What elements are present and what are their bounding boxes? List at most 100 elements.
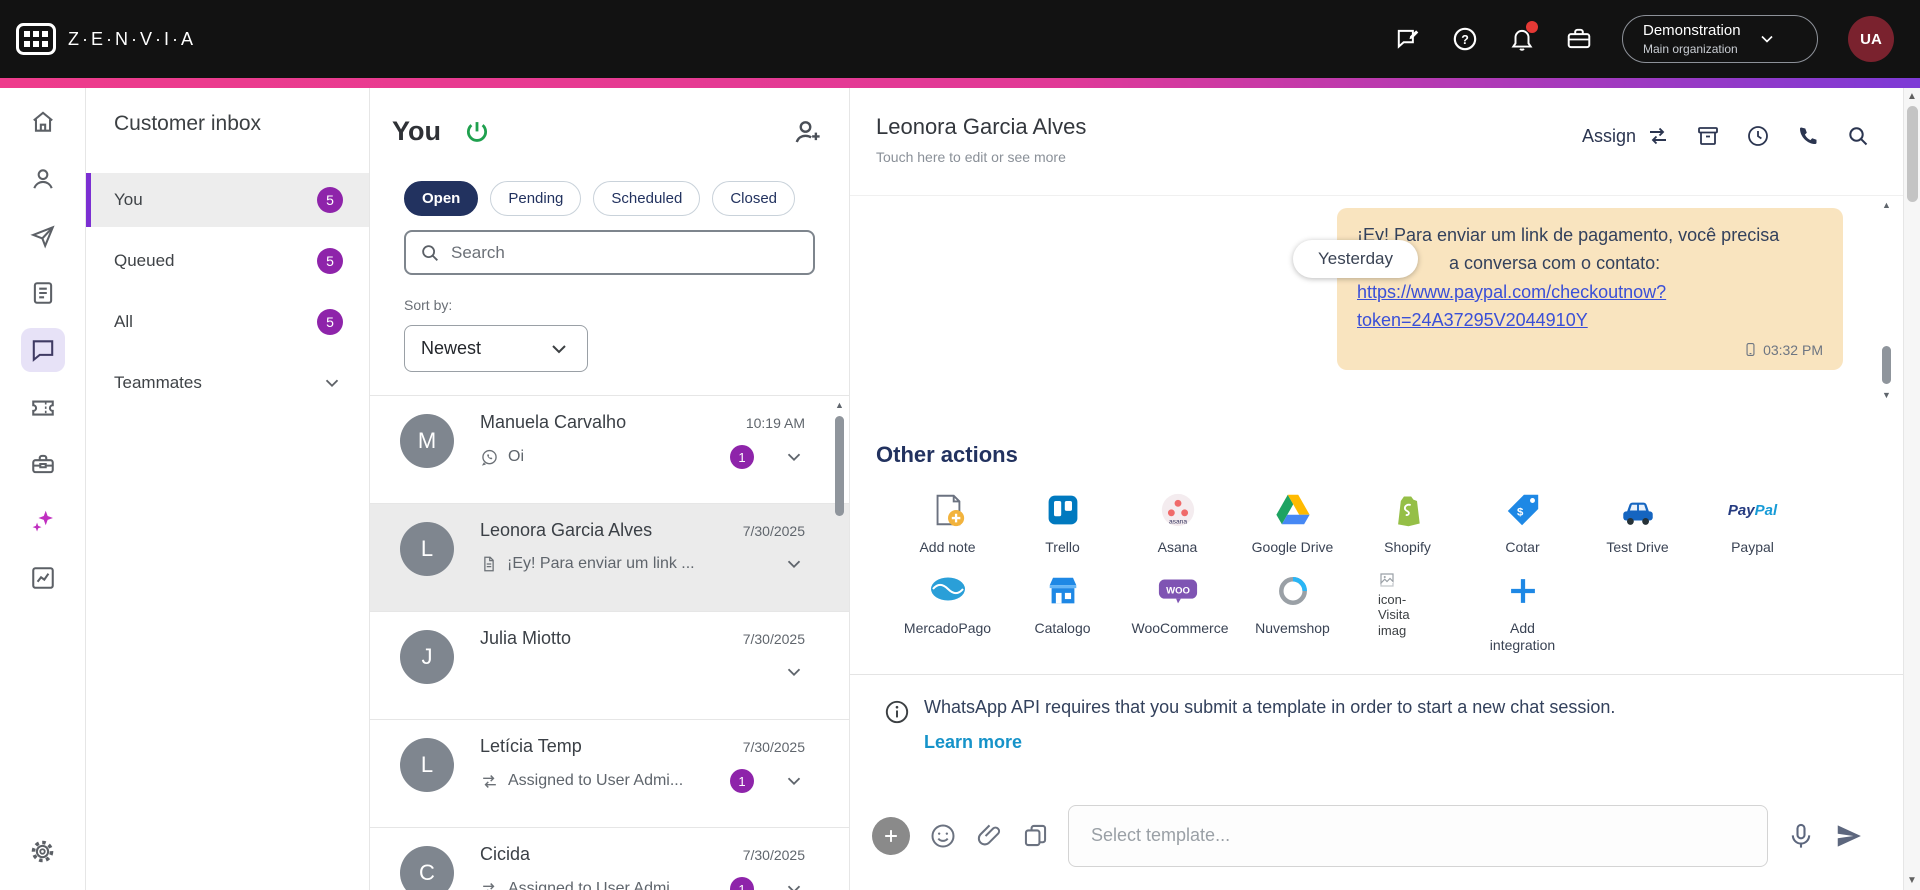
chat-contact-name[interactable]: Leonora Garcia Alves (876, 114, 1086, 140)
action-woocommerce[interactable]: WOO WooCommerce (1120, 571, 1235, 655)
nav-home-icon[interactable] (21, 100, 65, 144)
action-label: Shopify (1384, 539, 1431, 555)
nav-toolbox-icon[interactable] (21, 442, 65, 486)
user-avatar[interactable]: UA (1848, 16, 1894, 62)
sidebar-item-all[interactable]: All 5 (86, 295, 369, 349)
archive-icon[interactable] (1696, 124, 1720, 148)
nav-analytics-icon[interactable] (21, 556, 65, 600)
emoji-icon[interactable] (929, 822, 957, 850)
action-shopify[interactable]: Shopify (1350, 490, 1465, 557)
nav-send-icon[interactable] (21, 214, 65, 258)
search-box[interactable] (404, 230, 815, 275)
action-mercadopago[interactable]: MercadoPago (890, 571, 1005, 655)
org-selector[interactable]: Demonstration Main organization (1622, 15, 1818, 63)
nav-settings-gear-icon[interactable] (21, 829, 65, 873)
action-trello[interactable]: Trello (1005, 490, 1120, 557)
actions-row-2: MercadoPago Catalogo WOO WooCommerce Nuv… (876, 571, 1920, 655)
scroll-up-icon[interactable]: ▲ (1907, 92, 1917, 102)
contact-name: Leonora Garcia Alves (480, 520, 653, 540)
payment-link[interactable]: https://www.paypal.com/checkoutnow? toke… (1357, 278, 1823, 335)
action-google-drive[interactable]: Google Drive (1235, 490, 1350, 557)
compose-message-icon[interactable] (1394, 26, 1421, 53)
chat-messages: Yesterday ¡Ey! Para enviar um link de pa… (850, 196, 1920, 426)
action-add-integration[interactable]: Add integration (1465, 571, 1580, 655)
microphone-icon[interactable] (1787, 822, 1815, 850)
learn-more-link[interactable]: Learn more (924, 732, 1022, 753)
list-item-leticia[interactable]: L Letícia Temp 7/30/2025 Assigned to Use… (370, 719, 849, 827)
scrollbar-thumb[interactable] (1882, 346, 1891, 384)
action-add-note[interactable]: Add note (890, 490, 1005, 557)
phone-icon[interactable] (1796, 124, 1820, 148)
chevron-down-icon[interactable] (783, 878, 805, 890)
timestamp: 7/30/2025 (742, 739, 805, 755)
mercadopago-icon (928, 571, 968, 611)
scroll-down-icon[interactable]: ▼ (1882, 390, 1891, 400)
add-teammate-icon[interactable] (793, 117, 823, 147)
list-item-cicida[interactable]: C Cicida 7/30/2025 Assigned to User Admi… (370, 827, 849, 890)
filter-closed[interactable]: Closed (712, 181, 796, 216)
filter-open[interactable]: Open (404, 181, 479, 216)
window-scrollbar[interactable]: ▲ ▼ (1903, 88, 1920, 890)
brand: Z·E·N·V·I·A (16, 23, 196, 55)
sidebar-item-queued[interactable]: Queued 5 (86, 234, 369, 288)
action-cotar[interactable]: $ Cotar (1465, 490, 1580, 557)
nav-tickets-icon[interactable] (21, 385, 65, 429)
template-copy-icon[interactable] (1022, 822, 1049, 849)
sort-dropdown[interactable]: Newest (404, 325, 588, 372)
search-icon[interactable] (1846, 124, 1870, 148)
action-visita-broken[interactable]: icon-Visita imag (1350, 571, 1465, 655)
list-item-leonora[interactable]: L Leonora Garcia Alves 7/30/2025 ¡Ey! Pa… (370, 503, 849, 611)
scroll-down-icon[interactable]: ▼ (1907, 876, 1917, 886)
payment-link-line1[interactable]: https://www.paypal.com/checkoutnow? (1357, 278, 1823, 306)
inbox-title: Customer inbox (114, 112, 262, 135)
nav-contacts-icon[interactable] (21, 157, 65, 201)
contact-info[interactable]: Leonora Garcia Alves Touch here to edit … (876, 114, 1086, 165)
scroll-up-icon[interactable]: ▲ (1882, 200, 1891, 210)
action-nuvemshop[interactable]: Nuvemshop (1235, 571, 1350, 655)
help-icon[interactable]: ? (1451, 26, 1478, 53)
action-label: Test Drive (1606, 539, 1669, 555)
chevron-down-icon[interactable] (783, 446, 805, 468)
notifications-icon[interactable] (1508, 20, 1538, 53)
chevron-down-icon[interactable] (783, 770, 805, 792)
list-header: You (370, 88, 849, 147)
list-scrollbar[interactable]: ▲ (833, 400, 846, 516)
list-item-manuela[interactable]: M Manuela Carvalho 10:19 AM Oi 1 (370, 395, 849, 503)
list-item-julia[interactable]: J Julia Miotto 7/30/2025 (370, 611, 849, 719)
sidebar-item-you[interactable]: You 5 (86, 173, 369, 227)
send-icon[interactable] (1834, 821, 1864, 851)
chevron-down-icon[interactable] (783, 553, 805, 575)
availability-power-icon[interactable] (463, 118, 491, 146)
assign-button[interactable]: Assign (1582, 124, 1670, 148)
action-test-drive[interactable]: Test Drive (1580, 490, 1695, 557)
action-paypal[interactable]: PayPal Paypal (1695, 490, 1810, 557)
chevron-down-icon (1757, 29, 1777, 49)
banner-text: WhatsApp API requires that you submit a … (924, 697, 1616, 717)
sidebar-item-teammates[interactable]: Teammates (86, 356, 369, 410)
composer-add-button[interactable] (872, 816, 910, 855)
avatar: C (400, 846, 454, 890)
chevron-down-icon[interactable] (783, 661, 805, 683)
nav-ai-sparkles-icon[interactable] (21, 499, 65, 543)
history-clock-icon[interactable] (1746, 124, 1770, 148)
scrollbar-thumb[interactable] (835, 416, 844, 516)
scrollbar-thumb[interactable] (1907, 106, 1918, 202)
template-select-input[interactable] (1068, 804, 1768, 867)
attachment-paperclip-icon[interactable] (976, 822, 1003, 849)
nav-reports-icon[interactable] (21, 271, 65, 315)
messages-scrollbar[interactable]: ▲ ▼ (1880, 200, 1894, 422)
action-catalogo[interactable]: Catalogo (1005, 571, 1120, 655)
search-input[interactable] (451, 242, 800, 263)
action-label: Catalogo (1034, 619, 1091, 636)
action-label: Asana (1157, 539, 1198, 555)
action-asana[interactable]: asana Asana (1120, 490, 1235, 557)
filter-scheduled[interactable]: Scheduled (593, 181, 701, 216)
scroll-up-icon[interactable]: ▲ (835, 400, 844, 410)
filter-pending[interactable]: Pending (490, 181, 582, 216)
paypal-logo-icon: PayPal (1727, 501, 1778, 519)
message-line: a conversa com o contato: (1449, 253, 1661, 274)
sidebar-item-label: Queued (114, 251, 175, 270)
workspace-icon[interactable] (1565, 26, 1592, 53)
nav-chats-icon[interactable] (20, 328, 65, 372)
payment-link-line2[interactable]: token=24A37295V2044910Y (1357, 306, 1823, 334)
